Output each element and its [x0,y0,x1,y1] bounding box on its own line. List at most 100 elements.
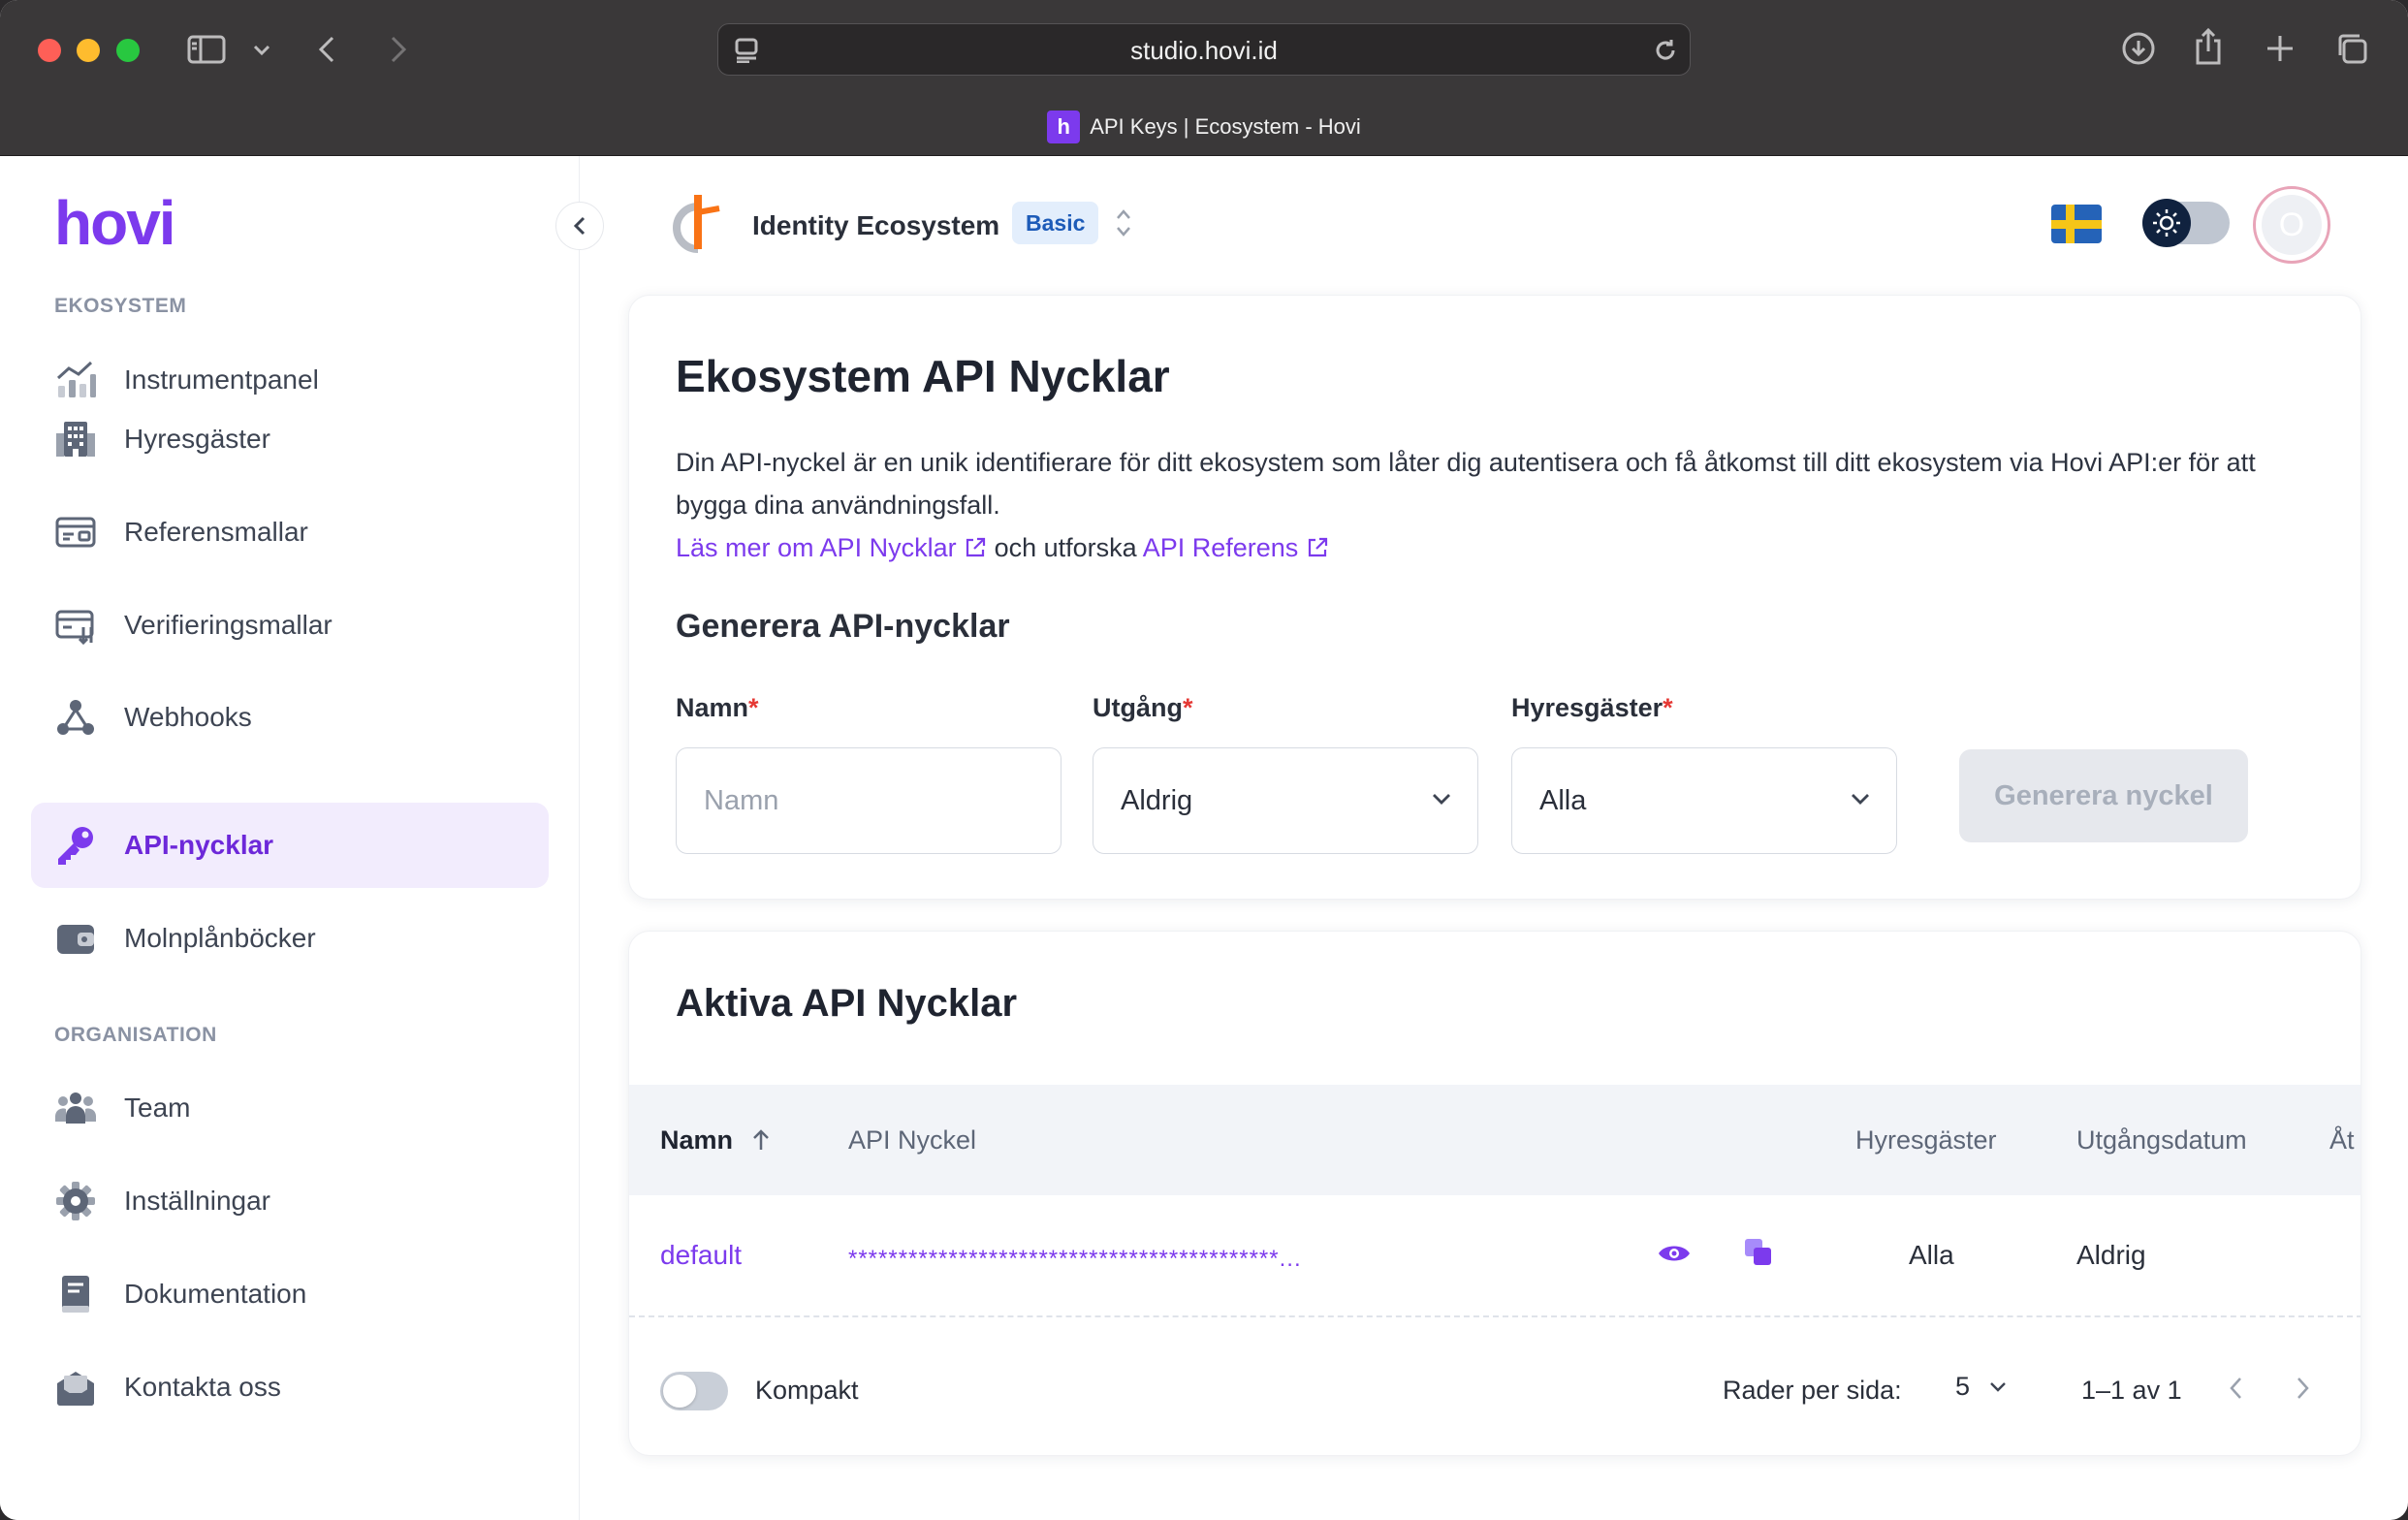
column-header-label: Namn [660,1125,734,1155]
sidebar-item-webhooks[interactable]: Webhooks [31,675,549,760]
key-expiry-value: Aldrig [2076,1240,2146,1270]
plan-badge: Basic [1012,202,1099,244]
name-input[interactable] [676,747,1061,854]
toggle-knob [663,1375,696,1408]
back-icon[interactable] [312,33,341,66]
close-window-button[interactable] [38,39,61,62]
chevron-left-icon [573,216,586,236]
collapse-sidebar-button[interactable] [555,202,604,250]
reload-icon[interactable] [1651,36,1680,65]
column-header-api-key[interactable]: API Nyckel [848,1125,976,1156]
sun-icon [2142,199,2191,247]
sidebar-item-label: Hyresgäster [124,424,270,454]
section-label-ekosystem: EKOSYSTEM [54,295,187,317]
tenants-label-text: Hyresgäster [1511,693,1663,722]
url-text[interactable]: studio.hovi.id [718,36,1690,66]
new-tab-icon[interactable] [2261,29,2299,68]
name-field-label: Namn* [676,693,759,723]
mail-icon [54,1366,97,1409]
webhook-icon [54,696,97,739]
column-header-expiry[interactable]: Utgångsdatum [2076,1125,2247,1156]
next-page-icon[interactable] [2295,1376,2310,1406]
required-marker: * [1663,693,1673,722]
table-footer: Kompakt Rader per sida: 5 1–1 av 1 [629,1317,2360,1455]
external-link-icon[interactable] [1306,536,1329,559]
sidebar-item-hyresgaster[interactable]: Hyresgäster [31,396,549,482]
minimize-window-button[interactable] [77,39,100,62]
tenants-select-value: Alla [1539,784,1587,816]
copy-icon[interactable] [1742,1236,1775,1274]
sidebar-item-installningar[interactable]: Inställningar [31,1158,549,1244]
sidebar-item-dokumentation[interactable]: Dokumentation [31,1251,549,1337]
learn-more-link[interactable]: Läs mer om API Nycklar [676,533,957,562]
required-marker: * [1182,693,1193,722]
compact-toggle[interactable] [660,1372,728,1410]
external-link-icon[interactable] [964,536,987,559]
active-tab[interactable]: h API Keys | Ecosystem - Hovi [0,111,2408,143]
sidebar-item-label: Instrumentpanel [124,364,319,395]
rows-per-page-select[interactable]: 5 [1955,1372,2007,1402]
hovi-logo[interactable]: hovi [54,187,176,259]
tabs-overview-icon[interactable] [2332,29,2371,68]
chevron-down-icon[interactable] [248,39,275,62]
theme-toggle[interactable] [2142,199,2230,247]
tenants-select[interactable]: Alla [1511,747,1897,854]
id-card-icon [54,511,97,554]
pagination-range: 1–1 av 1 [2081,1376,2182,1405]
generate-key-button[interactable]: Generera nyckel [1959,749,2248,842]
expiry-label-text: Utgång [1093,693,1183,722]
forward-icon[interactable] [384,33,413,66]
description-text: Din API-nyckel är en unik identifierare … [676,448,2256,520]
tab-title: API Keys | Ecosystem - Hovi [1090,114,1361,139]
expiry-select-value: Aldrig [1121,784,1193,816]
sidebar-item-api-nycklar[interactable]: API-nycklar [31,803,549,888]
avatar-initial: O [2262,195,2322,255]
hovi-favicon-icon: h [1047,111,1081,143]
active-keys-card: Aktiva API Nycklar Namn API Nyckel Hyres… [628,931,2361,1456]
maximize-window-button[interactable] [116,39,140,62]
download-icon[interactable] [2119,29,2158,68]
previous-page-icon[interactable] [2229,1376,2244,1406]
ecosystem-switcher-icon[interactable] [1115,206,1132,244]
sort-ascending-icon[interactable] [748,1127,774,1153]
required-marker: * [748,693,759,722]
table-header: Namn API Nyckel Hyresgäster Utgångsdatum… [629,1085,2360,1195]
sidebar-item-referensmallar[interactable]: Referensmallar [31,490,549,575]
column-header-actions[interactable]: Åt [2329,1125,2355,1156]
ecosystem-name[interactable]: Identity Ecosystem [752,210,999,241]
sidebar: hovi EKOSYSTEM Instrumentpanel Hyresgäst… [0,156,580,1520]
sidebar-item-kontakta-oss[interactable]: Kontakta oss [31,1345,549,1430]
expiry-field-label: Utgång* [1093,693,1193,723]
key-name-link[interactable]: default [660,1240,742,1271]
sidebar-item-verifieringsmallar[interactable]: Verifieringsmallar [31,583,549,668]
api-keys-card: Ekosystem API Nycklar Din API-nyckel är … [628,295,2361,900]
sweden-flag-icon[interactable] [2051,205,2102,243]
sidebar-item-label: Referensmallar [124,517,308,547]
sidebar-item-team[interactable]: Team [31,1065,549,1151]
address-bar[interactable]: studio.hovi.id [717,23,1691,76]
column-header-name[interactable]: Namn [660,1125,774,1156]
sidebar-item-label: Team [124,1092,191,1123]
sidebar-item-label: Dokumentation [124,1279,307,1309]
tenants-field-label: Hyresgäster* [1511,693,1673,723]
building-icon [54,418,97,460]
sidebar-item-molnplanbocker[interactable]: Molnplånböcker [31,896,549,981]
sidebar-item-label: Verifieringsmallar [124,610,333,640]
sidebar-toggle-icon[interactable] [186,33,227,66]
verify-card-icon [54,604,97,647]
book-icon [54,1273,97,1315]
top-bar: Identity Ecosystem Basic O [580,156,2408,292]
eye-icon[interactable] [1657,1240,1692,1272]
key-icon [54,824,97,867]
name-label-text: Namn [676,693,749,722]
column-header-tenants[interactable]: Hyresgäster [1855,1125,1997,1156]
api-reference-link[interactable]: API Referens [1143,533,1299,562]
rows-per-page-value: 5 [1955,1372,1971,1401]
browser-chrome: studio.hovi.id h API Keys | Ecosystem - … [0,0,2408,156]
avatar[interactable]: O [2253,186,2330,264]
expiry-select[interactable]: Aldrig [1093,747,1478,854]
description: Din API-nyckel är en unik identifierare … [676,441,2324,569]
sidebar-item-label: Webhooks [124,702,252,732]
share-icon[interactable] [2189,25,2228,68]
browser-window: studio.hovi.id h API Keys | Ecosystem - … [0,0,2408,1520]
